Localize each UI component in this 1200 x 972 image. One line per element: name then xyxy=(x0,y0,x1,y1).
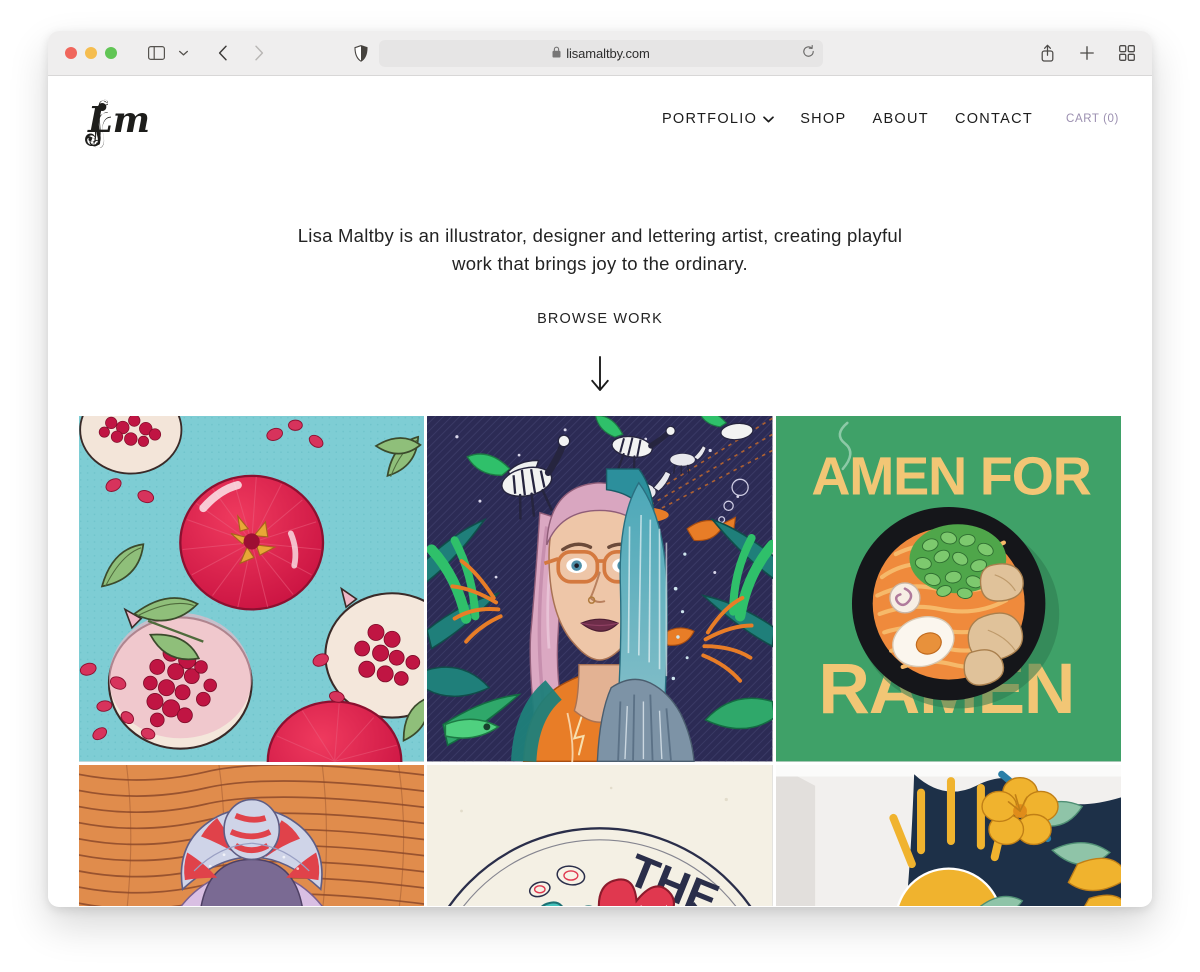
nav-label-portfolio: PORTFOLIO xyxy=(661,111,758,127)
pomegranate-pattern-artwork xyxy=(79,416,425,762)
main-navigation: PORTFOLIO SHOP ABOUT CONTACT CART (0) xyxy=(649,111,1119,127)
surreal-self-portrait-artwork xyxy=(427,416,773,762)
plus-icon[interactable] xyxy=(1074,40,1100,66)
woman-with-headwrap-artwork xyxy=(79,764,425,906)
portfolio-gallery: AMEN FOR RAMEN xyxy=(48,416,1152,906)
site-header: Lm PORTFOLIO SHOP ABOUT CONTACT CART (0) xyxy=(48,76,1152,162)
browser-toolbar: lisamaltby.com xyxy=(48,31,1152,76)
scroll-down-arrow[interactable] xyxy=(48,355,1152,393)
sidebar-controls xyxy=(143,40,196,66)
amen-for-ramen-artwork: AMEN FOR RAMEN xyxy=(775,416,1121,762)
privacy-shield-icon[interactable] xyxy=(348,40,374,66)
window-controls xyxy=(65,47,117,59)
nav-item-contact[interactable]: CONTACT xyxy=(942,111,1046,127)
gallery-tile-amen-for-ramen[interactable]: AMEN FOR RAMEN xyxy=(775,416,1121,762)
down-arrow-icon xyxy=(591,356,609,392)
svg-text:Lm: Lm xyxy=(87,100,150,141)
gallery-tile-surreal-self-portrait[interactable] xyxy=(427,416,773,762)
lm-monogram-icon: Lm xyxy=(85,99,150,148)
reload-icon[interactable] xyxy=(802,44,815,63)
the-heart-diagram-artwork: THE HEART xyxy=(427,764,773,906)
site-logo[interactable]: Lm xyxy=(79,90,159,148)
gallery-tile-the-heart-diagram[interactable]: THE HEART xyxy=(427,764,773,906)
tab-overview-icon[interactable] xyxy=(1114,40,1140,66)
gallery-tile-pomegranate-pattern[interactable] xyxy=(79,416,425,762)
focus-goes-mural-artwork: WHERE YOUR FOCUS GOES xyxy=(775,764,1121,906)
sidebar-toggle-icon[interactable] xyxy=(143,40,169,66)
ramen-text-top-glyphs: AMEN FOR xyxy=(811,446,1090,506)
cart-link[interactable]: CART (0) xyxy=(1066,113,1119,125)
hero-headline: Lisa Maltby is an illustrator, designer … xyxy=(297,225,903,275)
chevron-down-icon xyxy=(763,111,775,127)
close-window-button[interactable] xyxy=(65,47,77,59)
nav-label-contact: CONTACT xyxy=(954,111,1034,127)
minimize-window-button[interactable] xyxy=(85,47,97,59)
browse-work-link[interactable]: BROWSE WORK xyxy=(537,311,663,327)
maximize-window-button[interactable] xyxy=(105,47,117,59)
browser-window: lisamaltby.com Lm PORTFOLIO SHOP ABOUT C… xyxy=(48,31,1152,907)
nav-label-about: ABOUT xyxy=(872,111,929,127)
navigation-controls xyxy=(210,40,272,66)
gallery-tile-focus-goes-mural[interactable]: WHERE YOUR FOCUS GOES xyxy=(775,764,1121,906)
back-arrow-icon[interactable] xyxy=(210,40,236,66)
nav-item-portfolio[interactable]: PORTFOLIO xyxy=(649,111,787,127)
toolbar-right-actions xyxy=(1034,40,1140,66)
forward-arrow-icon xyxy=(246,40,272,66)
nav-item-shop[interactable]: SHOP xyxy=(787,111,859,127)
hero-section: Lisa Maltby is an illustrator, designer … xyxy=(48,162,1152,393)
address-bar[interactable]: lisamaltby.com xyxy=(379,40,823,67)
lock-icon xyxy=(552,45,561,63)
chevron-down-icon[interactable] xyxy=(170,40,196,66)
share-icon[interactable] xyxy=(1034,40,1060,66)
gallery-tile-woman-with-headwrap[interactable] xyxy=(79,764,425,906)
nav-label-shop: SHOP xyxy=(800,111,847,127)
address-url-text: lisamaltby.com xyxy=(566,46,650,61)
web-page-content: Lm PORTFOLIO SHOP ABOUT CONTACT CART (0)… xyxy=(48,76,1152,906)
nav-item-about[interactable]: ABOUT xyxy=(859,111,941,127)
